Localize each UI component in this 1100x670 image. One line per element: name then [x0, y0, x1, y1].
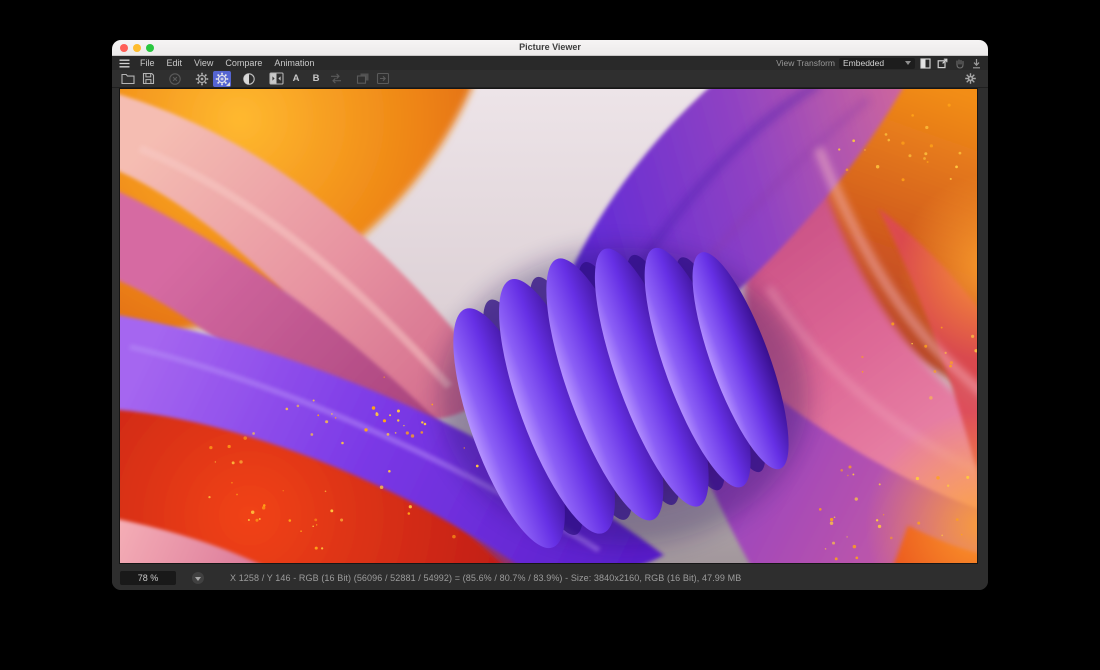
rendered-image [120, 89, 977, 563]
zoom-preset-dropdown[interactable] [192, 572, 204, 584]
set-image-b-button[interactable]: B [307, 71, 325, 87]
b-label: B [313, 74, 320, 84]
swap-ab-button[interactable] [327, 71, 345, 87]
menu-animation[interactable]: Animation [268, 58, 320, 68]
view-transform-value: Embedded [843, 58, 884, 68]
open-image-button[interactable] [119, 71, 137, 87]
copy-icon [356, 72, 370, 85]
hamburger-icon [119, 59, 130, 68]
image-canvas[interactable] [119, 88, 978, 564]
desktop-background: Picture Viewer File Edit View Compare An… [0, 0, 1100, 670]
render-settings-button[interactable] [193, 71, 211, 87]
window-title: Picture Viewer [112, 40, 988, 55]
view-transform-label: View Transform [776, 58, 835, 68]
menu-file[interactable]: File [134, 58, 161, 68]
minimize-button[interactable] [133, 44, 141, 52]
split-square-icon [920, 58, 931, 69]
save-image-button[interactable] [139, 71, 157, 87]
menu-bar: File Edit View Compare Animation View Tr… [112, 56, 988, 70]
a-label: A [293, 74, 300, 84]
titlebar: Picture Viewer [112, 40, 988, 56]
toolbar: A B [112, 70, 988, 88]
menu-compare[interactable]: Compare [219, 58, 268, 68]
close-button[interactable] [120, 44, 128, 52]
picture-viewer-window: Picture Viewer File Edit View Compare An… [112, 40, 988, 590]
display-settings-button[interactable] [213, 71, 231, 87]
cancel-circle-icon [168, 72, 182, 86]
arrow-box-icon [376, 72, 390, 85]
save-icon [142, 72, 155, 85]
hamburger-menu-button[interactable] [117, 59, 134, 68]
filter-gear-icon [964, 72, 977, 85]
dock-arrow-down-icon [971, 58, 982, 69]
dock-button[interactable] [970, 57, 983, 69]
contrast-icon [242, 72, 256, 86]
gear-x-icon [195, 72, 209, 86]
traffic-lights [120, 44, 154, 52]
filter-settings-button[interactable] [961, 71, 979, 87]
pan-tool-button[interactable] [953, 57, 966, 69]
chevron-down-icon [195, 577, 201, 581]
split-compare-button[interactable] [919, 57, 932, 69]
ab-split-icon [269, 72, 284, 85]
pixel-info-readout: X 1258 / Y 146 - RGB (16 Bit) (56096 / 5… [230, 573, 741, 583]
status-bar: 78 % X 1258 / Y 146 - RGB (16 Bit) (5609… [112, 566, 988, 590]
copy-image-button[interactable] [354, 71, 372, 87]
folder-icon [121, 72, 135, 85]
view-transform-dropdown[interactable]: Embedded [839, 58, 915, 69]
swap-arrows-icon [329, 72, 343, 85]
popout-icon [937, 58, 948, 69]
popout-window-button[interactable] [936, 57, 949, 69]
zoom-level-input[interactable]: 78 % [120, 571, 176, 585]
gear-icon [215, 72, 229, 86]
viewport-frame [112, 88, 988, 566]
menu-view[interactable]: View [188, 58, 219, 68]
menu-edit[interactable]: Edit [161, 58, 189, 68]
send-image-button[interactable] [374, 71, 392, 87]
set-image-a-button[interactable]: A [287, 71, 305, 87]
stop-render-button[interactable] [166, 71, 184, 87]
hand-icon [954, 58, 965, 69]
compare-mode-button[interactable] [240, 71, 258, 87]
ab-compare-button[interactable] [267, 71, 285, 87]
maximize-button[interactable] [146, 44, 154, 52]
chevron-down-icon [905, 61, 911, 65]
